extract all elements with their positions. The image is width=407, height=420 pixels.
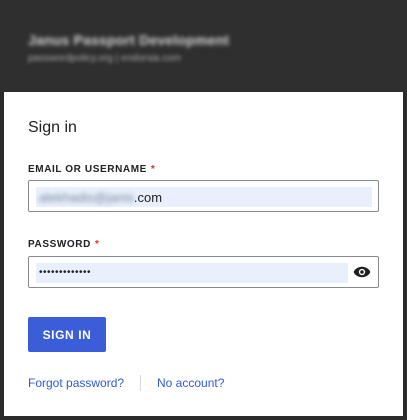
password-label: PASSWORD * xyxy=(28,239,99,251)
email-value: alekhadis@janis.com xyxy=(39,190,162,205)
email-obscured-text: alekhadis@janis xyxy=(39,190,134,205)
eye-icon xyxy=(353,266,371,278)
email-field[interactable]: alekhadis@janis.com xyxy=(28,180,379,212)
app-frame: Janus Passport Development passwordpolic… xyxy=(0,0,407,420)
password-value: ••••••••••••• xyxy=(39,267,92,278)
sign-in-button[interactable]: SIGN IN xyxy=(28,317,106,352)
required-mark: * xyxy=(94,239,100,250)
show-password-button[interactable] xyxy=(352,263,372,281)
link-divider xyxy=(140,375,141,391)
required-mark: * xyxy=(150,164,156,175)
password-label-text: PASSWORD xyxy=(28,239,91,250)
sign-in-card: Sign in EMAIL OR USERNAME * alekhadis@jan… xyxy=(4,92,403,416)
app-header: Janus Passport Development passwordpolic… xyxy=(0,0,407,92)
no-account-link[interactable]: No account? xyxy=(157,376,224,390)
forgot-password-link[interactable]: Forgot password? xyxy=(28,376,124,390)
email-label: EMAIL OR USERNAME * xyxy=(28,164,155,176)
email-label-text: EMAIL OR USERNAME xyxy=(28,164,147,175)
password-field[interactable]: ••••••••••••• xyxy=(28,256,379,288)
page-title: Sign in xyxy=(28,119,77,136)
app-subtitle: passwordpolicy.org | endorsia.com xyxy=(28,53,182,64)
app-title: Janus Passport Development xyxy=(28,32,230,48)
email-domain-text: .com xyxy=(133,190,163,205)
